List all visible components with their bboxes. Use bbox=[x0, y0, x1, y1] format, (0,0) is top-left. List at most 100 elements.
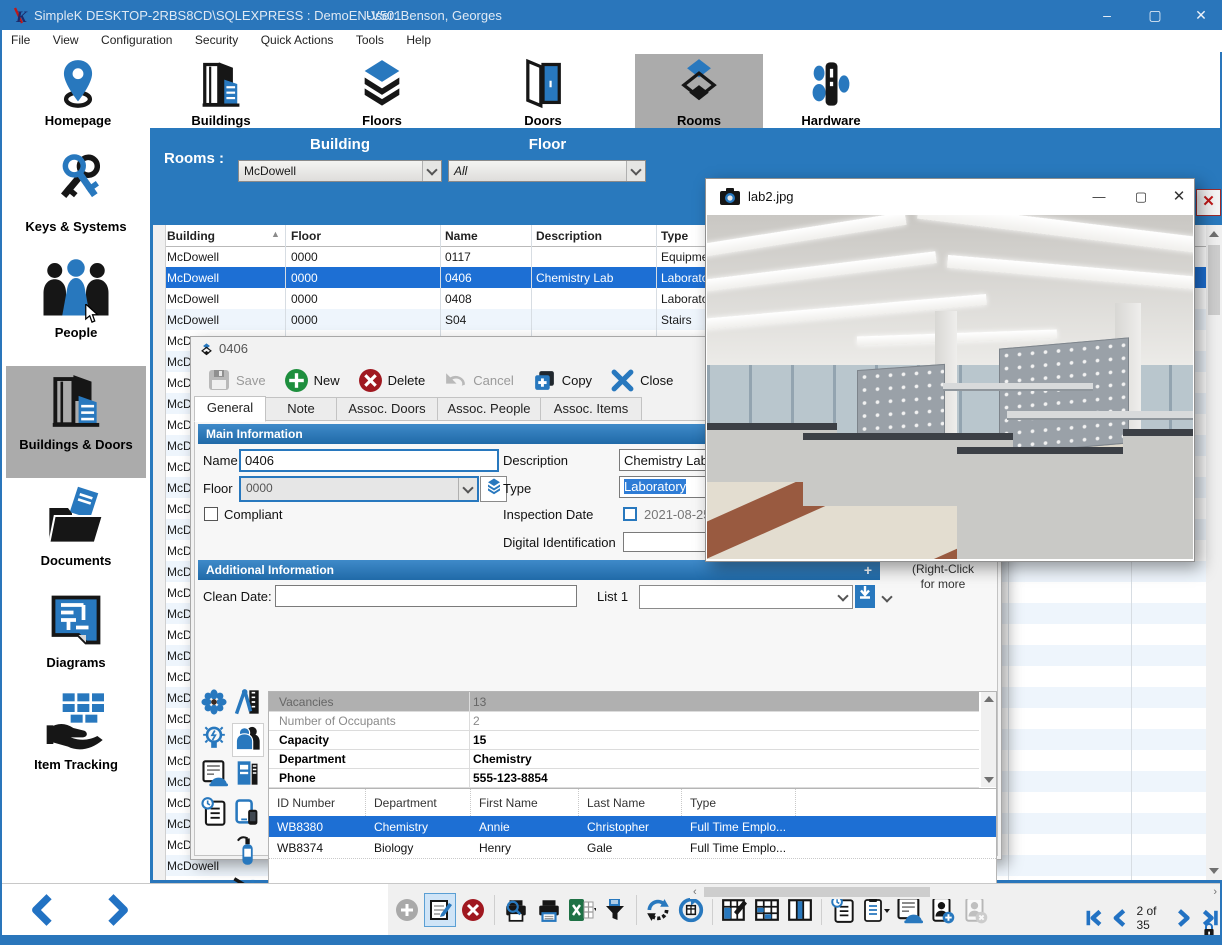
sidebar-item-documents[interactable]: Documents bbox=[6, 484, 146, 584]
new-button[interactable]: New bbox=[278, 366, 346, 395]
chevron-down-icon bbox=[422, 161, 441, 181]
maximize-button[interactable]: ▢ bbox=[1126, 185, 1156, 209]
refresh-button[interactable] bbox=[643, 894, 673, 926]
next-page-icon[interactable] bbox=[1173, 906, 1193, 930]
menu-quick-actions[interactable]: Quick Actions bbox=[261, 33, 334, 47]
list1-select[interactable] bbox=[639, 585, 853, 609]
filter-button[interactable] bbox=[600, 894, 630, 926]
col-name[interactable]: Name bbox=[445, 229, 478, 243]
excel-export-button[interactable] bbox=[567, 894, 597, 926]
cancel-button[interactable]: Cancel bbox=[437, 366, 519, 395]
delete-button[interactable]: Delete bbox=[352, 366, 432, 395]
save-button[interactable]: Save bbox=[201, 366, 272, 394]
copy-button[interactable]: Copy bbox=[526, 366, 598, 395]
scroll-up-icon[interactable] bbox=[1209, 231, 1219, 237]
tab-assoc-people[interactable]: Assoc. People bbox=[437, 397, 541, 422]
inspection-date-checkbox[interactable] bbox=[623, 507, 637, 521]
measurement-icon[interactable] bbox=[232, 687, 262, 719]
record-nav-panel bbox=[2, 884, 388, 936]
scroll-right-icon[interactable]: › bbox=[1213, 886, 1217, 898]
cell-floor: 0000 bbox=[291, 271, 439, 285]
menu-tools[interactable]: Tools bbox=[356, 33, 384, 47]
menu-configuration[interactable]: Configuration bbox=[101, 33, 172, 47]
tab-general[interactable]: General bbox=[194, 396, 266, 422]
col-building[interactable]: Building bbox=[167, 229, 215, 243]
properties-scrollbar[interactable] bbox=[981, 692, 996, 787]
clean-date-input[interactable] bbox=[275, 585, 577, 607]
close-dialog-button[interactable]: Close bbox=[604, 366, 679, 395]
compliant-label: Compliant bbox=[224, 507, 283, 522]
fire-extinguisher-icon[interactable] bbox=[232, 835, 262, 867]
close-button[interactable]: ✕ bbox=[1164, 185, 1194, 209]
minimize-button[interactable]: — bbox=[1084, 185, 1114, 209]
sidebar-item-keys-systems[interactable]: Keys & Systems bbox=[6, 148, 146, 248]
name-input[interactable] bbox=[239, 449, 499, 472]
window-title: SimpleK DESKTOP-2RBS8CD\SQLEXPRESS : Dem… bbox=[34, 8, 402, 23]
property-row[interactable]: Capacity15 bbox=[269, 730, 979, 750]
nav-rooms[interactable]: Rooms bbox=[635, 54, 763, 130]
scroll-down-icon[interactable] bbox=[1209, 868, 1219, 874]
floor-label: Floor bbox=[203, 481, 233, 496]
occupants-icon[interactable] bbox=[232, 723, 264, 757]
cell-name: S04 bbox=[445, 313, 530, 327]
property-row[interactable]: Number of Occupants2 bbox=[269, 711, 979, 731]
copy-icon bbox=[532, 368, 557, 393]
equipment-cabinet-icon[interactable] bbox=[232, 759, 262, 791]
add-button[interactable] bbox=[392, 894, 422, 926]
nav-homepage[interactable]: Homepage bbox=[14, 54, 142, 130]
col-floor[interactable]: Floor bbox=[291, 229, 321, 243]
print-preview-button[interactable] bbox=[501, 894, 531, 926]
close-icon bbox=[610, 368, 635, 393]
sidebar-item-people[interactable]: People bbox=[6, 256, 146, 356]
construction-report-icon[interactable] bbox=[199, 759, 229, 791]
hvac-icon[interactable] bbox=[199, 689, 229, 721]
menu-file[interactable]: File bbox=[11, 33, 30, 47]
item-tracking-icon bbox=[44, 688, 108, 752]
devices-icon[interactable] bbox=[232, 797, 262, 829]
prev-page-icon[interactable] bbox=[1110, 906, 1130, 930]
list1-download-button[interactable] bbox=[855, 585, 875, 608]
floor-select[interactable]: 0000 bbox=[239, 476, 479, 502]
menu-view[interactable]: View bbox=[53, 33, 79, 47]
print-button[interactable] bbox=[534, 894, 564, 926]
collapse-row-icon[interactable] bbox=[881, 591, 892, 602]
tab-assoc-items[interactable]: Assoc. Items bbox=[540, 397, 642, 422]
delete-button[interactable] bbox=[458, 894, 488, 926]
rooms-table-scrollbar[interactable] bbox=[1206, 225, 1222, 880]
nav-buildings[interactable]: Buildings bbox=[157, 54, 285, 130]
property-row[interactable]: Phone555-123-8854 bbox=[269, 768, 979, 788]
sidebar-item-buildings-doors[interactable]: Buildings & Doors bbox=[6, 366, 146, 478]
col-type[interactable]: Type bbox=[661, 229, 688, 243]
nav-doors[interactable]: Doors bbox=[479, 54, 607, 130]
nav-floors[interactable]: Floors bbox=[318, 54, 446, 130]
nav-hardware[interactable]: Hardware bbox=[767, 54, 895, 130]
scroll-left-icon[interactable]: ‹ bbox=[693, 886, 697, 898]
history-log-icon[interactable] bbox=[199, 797, 229, 829]
building-filter-select[interactable]: McDowell bbox=[238, 160, 442, 182]
prev-record-icon[interactable] bbox=[26, 892, 60, 928]
col-description[interactable]: Description bbox=[536, 229, 602, 243]
close-button[interactable]: ✕ bbox=[1186, 4, 1216, 26]
edit-button[interactable] bbox=[425, 894, 455, 926]
people-row[interactable]: WB8380 Chemistry Annie Christopher Full … bbox=[269, 816, 996, 837]
floor-filter-select[interactable]: All bbox=[448, 160, 646, 182]
maximize-button[interactable]: ▢ bbox=[1140, 4, 1170, 26]
compliant-checkbox[interactable] bbox=[204, 507, 218, 521]
minimize-button[interactable]: – bbox=[1092, 4, 1122, 26]
cell-building: McDowell bbox=[167, 271, 285, 285]
next-record-icon[interactable] bbox=[100, 892, 134, 928]
panel-close-button[interactable]: ✕ bbox=[1196, 189, 1221, 216]
tab-note[interactable]: Note bbox=[265, 397, 337, 422]
first-page-icon[interactable] bbox=[1084, 906, 1104, 930]
sidebar-item-item-tracking[interactable]: Item Tracking bbox=[6, 688, 146, 788]
horizontal-scrollbar[interactable]: ‹ › bbox=[690, 885, 1220, 899]
lighting-icon[interactable] bbox=[199, 723, 229, 755]
tab-assoc-doors[interactable]: Assoc. Doors bbox=[336, 397, 438, 422]
expand-section-icon[interactable]: + bbox=[864, 560, 872, 580]
menu-security[interactable]: Security bbox=[195, 33, 238, 47]
property-row[interactable]: Vacancies13 bbox=[269, 692, 979, 712]
menu-help[interactable]: Help bbox=[406, 33, 431, 47]
sidebar-item-diagrams[interactable]: Diagrams bbox=[6, 590, 146, 686]
property-row[interactable]: DepartmentChemistry bbox=[269, 749, 979, 769]
people-row[interactable]: WB8374 Biology Henry Gale Full Time Empl… bbox=[269, 837, 996, 859]
